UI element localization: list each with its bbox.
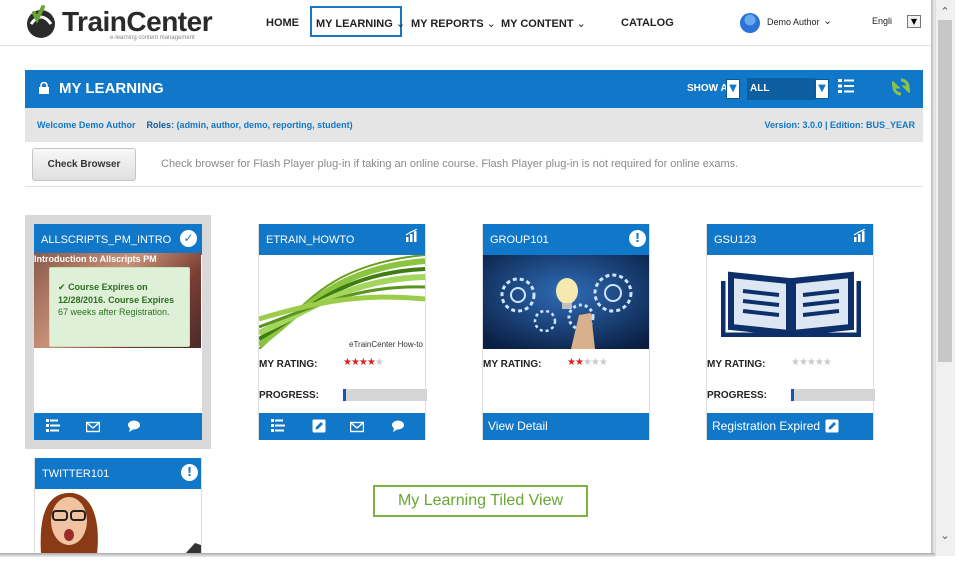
tile-footer: View Detail — [483, 413, 649, 440]
course-expiry-notice: ✔ Course Expires on 12/28/2016. Course E… — [49, 267, 190, 347]
refresh-icon[interactable] — [892, 78, 910, 96]
tile-title: TWITTER101 — [42, 468, 110, 480]
nav-my-reports-label: MY REPORTS — [411, 18, 484, 30]
registration-expired-label: Registration Expired — [712, 419, 821, 433]
course-tile[interactable]: GROUP101 ! MY RATING: ★★★★★ View Detail — [482, 224, 650, 440]
check-icon: ✔ — [58, 283, 66, 293]
top-navigation: TrainCenter e-learning content managemen… — [0, 0, 931, 46]
edit-icon[interactable] — [312, 419, 326, 433]
rating-label: MY RATING: — [483, 359, 542, 370]
tile-header: GSU123 — [707, 224, 873, 255]
filter-dropdown-button[interactable]: ▼ — [815, 79, 829, 99]
chat-icon[interactable] — [127, 419, 141, 433]
avatar[interactable] — [740, 13, 760, 33]
expiry-duration: 67 weeks after Registration. — [58, 307, 170, 317]
expiry-text: ✔ Course Expires on 12/28/2016. Course E… — [58, 281, 186, 318]
tile-title: ETRAIN_HOWTO — [266, 234, 355, 246]
details-icon[interactable] — [46, 419, 60, 433]
progress-bar — [343, 389, 427, 401]
chevron-down-icon[interactable]: ⌄ — [823, 14, 832, 27]
chevron-down-icon: ⌄ — [576, 17, 586, 30]
tile-footer — [34, 413, 202, 440]
lock-icon — [39, 82, 49, 94]
page-title: MY LEARNING — [59, 80, 164, 97]
chevron-down-icon: ⌄ — [486, 17, 496, 30]
mail-icon[interactable] — [86, 420, 100, 434]
progress-bar-fill — [343, 389, 346, 401]
course-image-caption: eTrainCenter How-to — [349, 340, 423, 349]
course-thumbnail[interactable] — [35, 489, 201, 554]
progress-bar-fill — [791, 389, 794, 401]
nav-my-learning-label: MY LEARNING — [316, 18, 393, 30]
tile-header: ALLSCRIPTS_PM_INTRO ✓ — [34, 224, 202, 255]
course-image-caption: Introduction to Allscripts PM — [34, 254, 157, 264]
tile-title: GROUP101 — [490, 234, 549, 246]
progress-bar — [791, 389, 875, 401]
star-rating[interactable]: ★★★★★ — [791, 357, 832, 368]
edit-icon[interactable] — [825, 419, 839, 433]
welcome-greeting: Welcome Demo Author — [37, 120, 136, 130]
check-browser-note: Check browser for Flash Player plug-in i… — [161, 158, 739, 170]
check-circle-icon: ✓ — [180, 230, 197, 247]
list-view-icon[interactable] — [838, 78, 854, 94]
course-thumbnail[interactable] — [259, 255, 425, 349]
nav-my-reports[interactable]: MY REPORTS ⌄ — [411, 17, 496, 30]
details-icon[interactable] — [271, 419, 285, 433]
welcome-text: Welcome Demo Author Roles: (admin, autho… — [37, 120, 353, 130]
scroll-up-icon[interactable]: ⌃ — [939, 6, 951, 18]
roles-label: Roles — [146, 120, 172, 130]
course-thumbnail[interactable] — [483, 255, 649, 349]
view-detail-link[interactable]: View Detail — [488, 419, 548, 433]
filter-select-value: ALL — [750, 83, 770, 94]
scrollbar-thumb[interactable] — [938, 20, 952, 362]
nav-home[interactable]: HOME — [266, 17, 299, 29]
browser-page: TrainCenter e-learning content managemen… — [0, 0, 960, 565]
user-menu[interactable]: Demo Author — [767, 17, 820, 27]
nav-catalog[interactable]: CATALOG — [621, 17, 674, 29]
course-tile[interactable]: GSU123 MY RATING: ★★★★★ PROGRESS: Regist… — [706, 224, 875, 440]
star-rating[interactable]: ★★★★★ — [343, 357, 384, 368]
scroll-down-icon[interactable]: ⌄ — [939, 530, 951, 542]
alert-icon: ! — [629, 230, 646, 247]
tile-title: GSU123 — [714, 234, 757, 246]
chevron-down-icon: ⌄ — [395, 17, 406, 30]
roles-list: : (admin, author, demo, reporting, stude… — [171, 120, 353, 130]
tile-header: TWITTER101 ! — [35, 458, 201, 489]
show-all-dropdown-button[interactable]: ▼ — [726, 79, 740, 99]
tile-title: ALLSCRIPTS_PM_INTRO — [41, 234, 172, 246]
rating-label: MY RATING: — [259, 359, 318, 370]
mail-icon[interactable] — [350, 420, 364, 434]
tile-header: ETRAIN_HOWTO — [259, 224, 425, 255]
nav-my-content[interactable]: MY CONTENT ⌄ — [501, 17, 586, 30]
tiled-view-callout: My Learning Tiled View — [373, 485, 588, 517]
course-tile[interactable]: ETRAIN_HOWTO eTrainCenter How-to MY RATI… — [258, 224, 427, 440]
progress-chart-icon — [405, 229, 418, 242]
expiry-duration-label: Course Expires — [108, 295, 175, 305]
page-shadow — [0, 553, 935, 557]
book-icon — [721, 271, 861, 337]
brand-name: TrainCenter — [62, 6, 213, 37]
divider — [25, 186, 923, 187]
course-tile[interactable]: TWITTER101 ! — [34, 458, 202, 554]
progress-label: PROGRESS: — [259, 390, 320, 401]
progress-chart-icon — [853, 229, 866, 242]
logo-icon — [27, 5, 55, 38]
rating-label: MY RATING: — [707, 359, 766, 370]
version-info: Version: 3.0.0 | Edition: BUS_YEAR — [764, 120, 915, 130]
tile-header: GROUP101 ! — [483, 224, 649, 255]
check-browser-button[interactable]: Check Browser — [32, 148, 136, 181]
nav-my-learning[interactable]: MY LEARNING ⌄ — [316, 17, 405, 30]
star-rating[interactable]: ★★★★★ — [567, 357, 608, 368]
progress-label: PROGRESS: — [707, 390, 768, 401]
tile-footer — [259, 413, 425, 440]
tile-footer: Registration Expired — [707, 413, 873, 440]
language-select[interactable]: Engli — [872, 16, 908, 30]
welcome-bar: Welcome Demo Author Roles: (admin, autho… — [25, 108, 923, 142]
nav-my-content-label: MY CONTENT — [501, 18, 574, 30]
chat-icon[interactable] — [391, 419, 405, 433]
language-dropdown-button[interactable]: ▼ — [907, 15, 921, 28]
brand-tagline: e-learning content management — [110, 35, 195, 41]
alert-icon: ! — [181, 464, 198, 481]
